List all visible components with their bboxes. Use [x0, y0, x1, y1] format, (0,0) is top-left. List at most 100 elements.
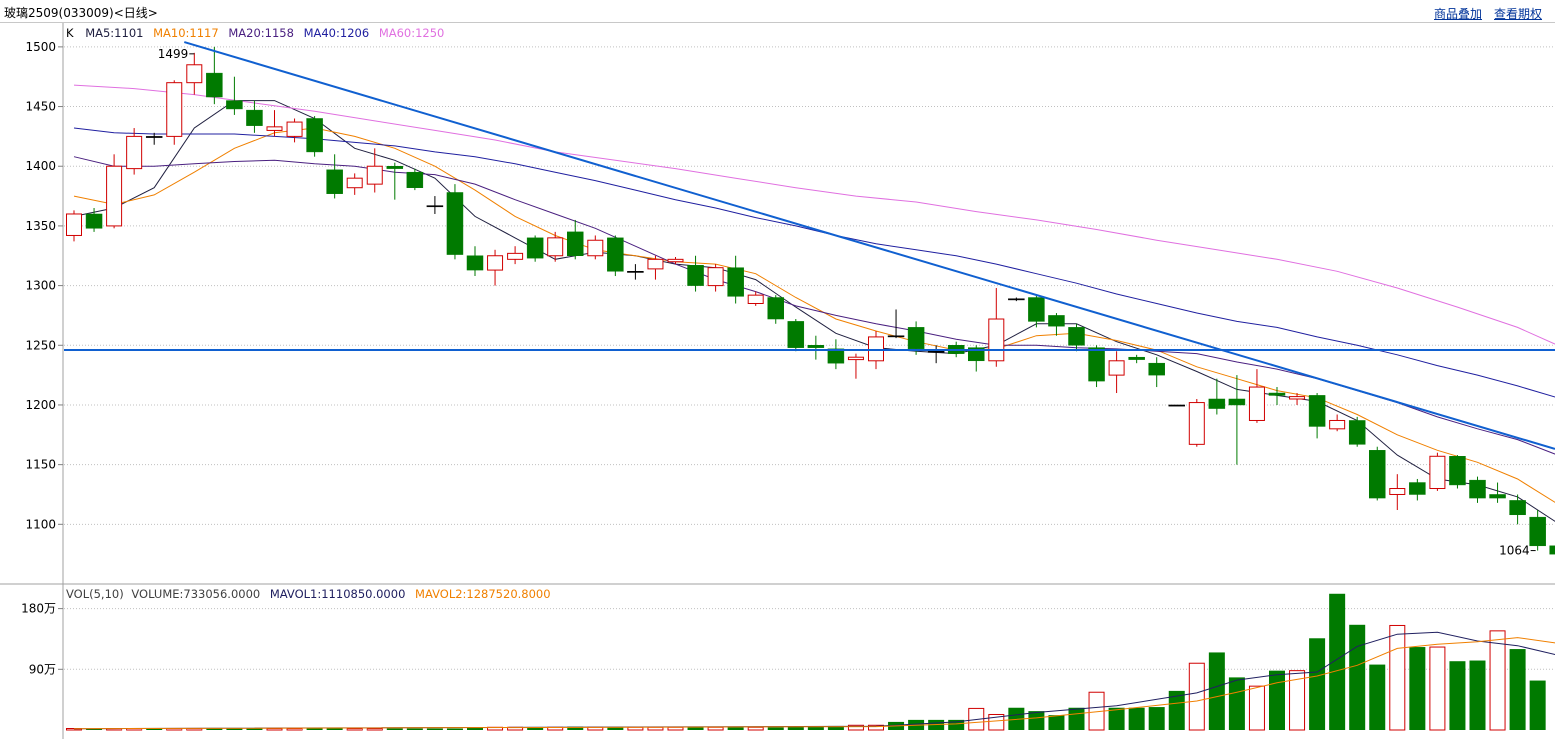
- candle-body-up: [587, 239, 604, 257]
- candle-body-down: [1088, 347, 1105, 382]
- volume-bar-down: [1269, 670, 1285, 730]
- candle-body-down: [807, 345, 825, 348]
- legend-mavol1: MAVOL1:1110850.0000: [270, 587, 406, 601]
- volume-bar-up: [346, 728, 363, 731]
- candle-body-down: [1469, 479, 1486, 499]
- candle-body-down: [1549, 545, 1555, 555]
- candle-body-down: [1409, 482, 1426, 495]
- candle-body-down: [787, 321, 805, 348]
- candle-body-down: [306, 118, 323, 153]
- extreme-annotations: 1499 1064: [158, 47, 1536, 558]
- volume-bar-up: [1188, 662, 1205, 731]
- volume-bar-down: [767, 727, 784, 730]
- volume-bar-down: [687, 727, 704, 730]
- volume-bars: [66, 593, 1546, 731]
- volume-bar-down: [1309, 638, 1326, 730]
- legend-ma40: MA40:1206: [304, 26, 370, 40]
- candle-body-down: [246, 109, 263, 126]
- candle-body-down: [767, 297, 784, 320]
- candle-body-up: [126, 135, 143, 170]
- candle-body-down: [1228, 398, 1246, 406]
- volume-bar-up: [1429, 646, 1446, 731]
- candle-body-down: [1369, 450, 1386, 499]
- candle-body-up: [1108, 360, 1125, 376]
- legend-mavol2: MAVOL2:1287520.8000: [415, 587, 551, 601]
- price-tick-label: 1350: [25, 219, 56, 233]
- candle-body-down: [226, 100, 243, 110]
- price-tick-label: 1250: [25, 338, 56, 352]
- candle-body-up: [186, 64, 203, 84]
- volume-bar-down: [1028, 711, 1045, 730]
- candle-body-down: [887, 335, 905, 338]
- volume-bar-down: [426, 728, 443, 730]
- ma-line-ma5: [73, 100, 1555, 522]
- candle-body-down: [206, 72, 223, 98]
- candle-body-down: [1509, 500, 1526, 516]
- volume-bar-down: [306, 728, 323, 730]
- volume-bar-down: [1148, 707, 1165, 730]
- volume-bar-up: [1389, 624, 1406, 731]
- kline-chart[interactable]: 1500 1450 1400 1350 1300 1250 1200 1150 1100 180…: [0, 0, 1555, 739]
- legend-volume-value: VOLUME:733056.0000: [131, 587, 260, 601]
- candle-body-up: [266, 126, 283, 131]
- candle-body-up: [1248, 386, 1265, 421]
- candle-body-down: [1028, 297, 1045, 322]
- moving-average-lines: [73, 84, 1555, 522]
- candle-body-down: [1148, 362, 1165, 376]
- candle-body-down: [1308, 395, 1326, 427]
- candle-body-up: [868, 336, 884, 362]
- price-tick-label: 1300: [25, 279, 56, 293]
- candle-body-up: [106, 165, 123, 227]
- candle-body-down: [627, 271, 644, 273]
- candle-body-down: [1168, 404, 1185, 407]
- volume-bar-down: [1228, 677, 1245, 730]
- candle-body-down: [466, 255, 484, 271]
- volume-bar-down: [446, 728, 463, 730]
- candle-body-up: [166, 82, 183, 137]
- volume-bar-down: [1509, 649, 1526, 730]
- legend-k: K: [66, 26, 74, 40]
- candle-body-down: [1268, 392, 1286, 396]
- volume-bar-up: [667, 726, 684, 731]
- candle-body-up: [647, 258, 664, 270]
- candle-body-down: [907, 327, 925, 350]
- candle-body-down: [145, 136, 163, 138]
- candle-body-down: [727, 267, 744, 297]
- candle-body-up: [667, 258, 684, 263]
- candle-body-down: [1529, 516, 1546, 547]
- candle-body-up: [988, 318, 1005, 362]
- candle-body-down: [1008, 298, 1025, 301]
- candle-body-up: [747, 294, 764, 305]
- candlesticks: [66, 46, 1555, 555]
- legend-ma10: MA10:1117: [153, 26, 219, 40]
- candle-body-up: [487, 255, 504, 271]
- candle-body-down: [927, 350, 945, 353]
- candle-body-up: [507, 252, 524, 260]
- ma-line-ma20: [73, 156, 1555, 455]
- legend-vol: VOL(5,10): [66, 587, 124, 601]
- volume-bar-down: [326, 728, 343, 730]
- volume-bar-up: [1489, 630, 1506, 731]
- volume-bar-down: [1449, 661, 1466, 730]
- candle-body-down: [85, 213, 103, 229]
- candle-body-down: [406, 171, 424, 188]
- price-grid: [64, 46, 1555, 525]
- volume-bar-down: [1068, 707, 1085, 730]
- volume-bar-up: [647, 726, 664, 731]
- volume-bar-up: [266, 728, 283, 731]
- volume-bar-up: [707, 726, 724, 731]
- candle-body-down: [607, 237, 624, 272]
- chart-window: 玻璃2509(033009)<日线> 商品叠加 查看期权 1500 1450 140…: [0, 0, 1555, 739]
- candle-body-down: [1449, 456, 1466, 486]
- candle-body-up: [1429, 455, 1446, 490]
- candle-body-up: [547, 237, 564, 257]
- volume-tick-label: 180万: [21, 602, 56, 616]
- candle-body-up: [1389, 488, 1406, 495]
- volume-bar-down: [1529, 680, 1546, 730]
- price-tick-label: 1150: [25, 458, 56, 472]
- low-price-label: 1064: [1499, 544, 1530, 558]
- candle-body-up: [286, 121, 303, 137]
- volume-bar-down: [406, 728, 423, 730]
- volume-bar-down: [386, 728, 403, 730]
- ma-line-ma10: [73, 127, 1555, 503]
